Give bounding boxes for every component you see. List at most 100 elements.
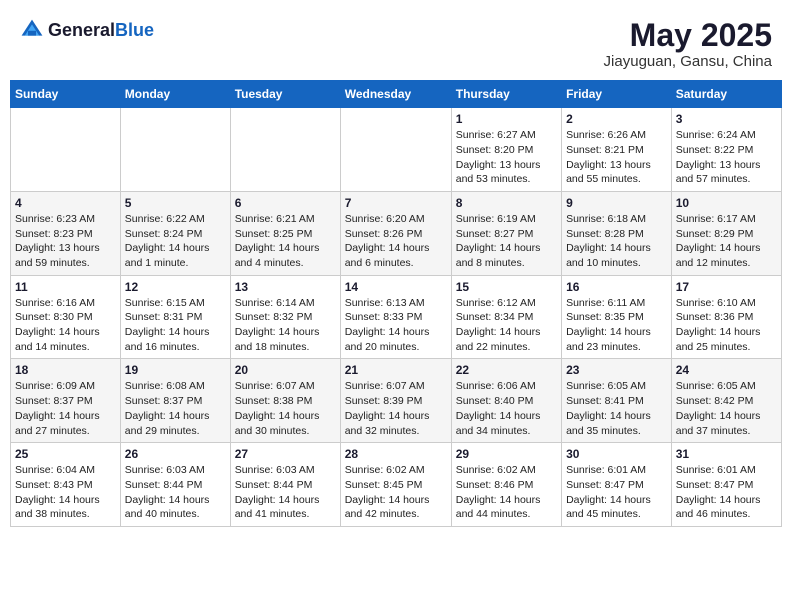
- calendar-week-row: 25 Sunrise: 6:04 AM Sunset: 8:43 PM Dayli…: [11, 443, 782, 527]
- day-number: 30: [566, 447, 667, 461]
- calendar-cell: 9 Sunrise: 6:18 AM Sunset: 8:28 PM Daylig…: [562, 191, 672, 275]
- day-number: 23: [566, 363, 667, 377]
- day-info: Sunrise: 6:16 AM Sunset: 8:30 PM Dayligh…: [15, 296, 116, 355]
- calendar-cell: 24 Sunrise: 6:05 AM Sunset: 8:42 PM Dayli…: [671, 359, 781, 443]
- day-info: Sunrise: 6:18 AM Sunset: 8:28 PM Dayligh…: [566, 212, 667, 271]
- day-info: Sunrise: 6:10 AM Sunset: 8:36 PM Dayligh…: [676, 296, 777, 355]
- weekday-header-friday: Friday: [562, 81, 672, 108]
- day-number: 16: [566, 280, 667, 294]
- day-info: Sunrise: 6:17 AM Sunset: 8:29 PM Dayligh…: [676, 212, 777, 271]
- calendar-cell: 7Sunrise: 6:20 AM Sunset: 8:26 PM Daylig…: [340, 191, 451, 275]
- calendar-week-row: 1 Sunrise: 6:27 AM Sunset: 8:20 PM Daylig…: [11, 108, 782, 192]
- calendar-cell: 22Sunrise: 6:06 AM Sunset: 8:40 PM Dayli…: [451, 359, 561, 443]
- calendar-cell: 3Sunrise: 6:24 AM Sunset: 8:22 PM Daylig…: [671, 108, 781, 192]
- month-title: May 2025: [604, 18, 772, 53]
- calendar-cell: 2Sunrise: 6:26 AM Sunset: 8:21 PM Daylig…: [562, 108, 672, 192]
- day-info: Sunrise: 6:01 AM Sunset: 8:47 PM Dayligh…: [566, 463, 667, 522]
- day-number: 31: [676, 447, 777, 461]
- logo: GeneralBlue: [20, 18, 154, 42]
- day-info: Sunrise: 6:04 AM Sunset: 8:43 PM Dayligh…: [15, 463, 116, 522]
- calendar-cell: [340, 108, 451, 192]
- calendar-cell: 8 Sunrise: 6:19 AM Sunset: 8:27 PM Daylig…: [451, 191, 561, 275]
- day-number: 1: [456, 112, 557, 126]
- day-info: Sunrise: 6:21 AM Sunset: 8:25 PM Dayligh…: [235, 212, 336, 271]
- day-info: Sunrise: 6:13 AM Sunset: 8:33 PM Dayligh…: [345, 296, 447, 355]
- day-info: Sunrise: 6:22 AM Sunset: 8:24 PM Dayligh…: [125, 212, 226, 271]
- day-number: 11: [15, 280, 116, 294]
- day-number: 29: [456, 447, 557, 461]
- day-info: Sunrise: 6:27 AM Sunset: 8:20 PM Dayligh…: [456, 128, 557, 187]
- weekday-header-thursday: Thursday: [451, 81, 561, 108]
- day-info: Sunrise: 6:19 AM Sunset: 8:27 PM Dayligh…: [456, 212, 557, 271]
- day-number: 25: [15, 447, 116, 461]
- logo-general: General: [48, 20, 115, 40]
- day-number: 3: [676, 112, 777, 126]
- day-number: 15: [456, 280, 557, 294]
- day-number: 20: [235, 363, 336, 377]
- weekday-header-row: SundayMondayTuesdayWednesdayThursdayFrid…: [11, 81, 782, 108]
- day-number: 17: [676, 280, 777, 294]
- calendar-cell: [11, 108, 121, 192]
- day-info: Sunrise: 6:12 AM Sunset: 8:34 PM Dayligh…: [456, 296, 557, 355]
- weekday-header-monday: Monday: [120, 81, 230, 108]
- day-number: 8: [456, 196, 557, 210]
- calendar-cell: 6Sunrise: 6:21 AM Sunset: 8:25 PM Daylig…: [230, 191, 340, 275]
- day-info: Sunrise: 6:07 AM Sunset: 8:38 PM Dayligh…: [235, 379, 336, 438]
- calendar-week-row: 11 Sunrise: 6:16 AM Sunset: 8:30 PM Dayli…: [11, 275, 782, 359]
- calendar-cell: 1 Sunrise: 6:27 AM Sunset: 8:20 PM Daylig…: [451, 108, 561, 192]
- calendar-cell: 29 Sunrise: 6:02 AM Sunset: 8:46 PM Dayli…: [451, 443, 561, 527]
- day-number: 19: [125, 363, 226, 377]
- day-info: Sunrise: 6:15 AM Sunset: 8:31 PM Dayligh…: [125, 296, 226, 355]
- calendar-cell: 11 Sunrise: 6:16 AM Sunset: 8:30 PM Dayli…: [11, 275, 121, 359]
- day-number: 27: [235, 447, 336, 461]
- day-number: 26: [125, 447, 226, 461]
- day-info: Sunrise: 6:02 AM Sunset: 8:46 PM Dayligh…: [456, 463, 557, 522]
- calendar-cell: 18 Sunrise: 6:09 AM Sunset: 8:37 PM Dayli…: [11, 359, 121, 443]
- calendar-cell: 19Sunrise: 6:08 AM Sunset: 8:37 PM Dayli…: [120, 359, 230, 443]
- calendar-cell: 27 Sunrise: 6:03 AM Sunset: 8:44 PM Dayli…: [230, 443, 340, 527]
- day-number: 2: [566, 112, 667, 126]
- day-number: 12: [125, 280, 226, 294]
- day-info: Sunrise: 6:06 AM Sunset: 8:40 PM Dayligh…: [456, 379, 557, 438]
- day-number: 21: [345, 363, 447, 377]
- logo-blue: Blue: [115, 20, 154, 40]
- day-info: Sunrise: 6:05 AM Sunset: 8:42 PM Dayligh…: [676, 379, 777, 438]
- calendar-cell: 31 Sunrise: 6:01 AM Sunset: 8:47 PM Dayli…: [671, 443, 781, 527]
- logo-text: GeneralBlue: [48, 20, 154, 41]
- calendar-cell: 13Sunrise: 6:14 AM Sunset: 8:32 PM Dayli…: [230, 275, 340, 359]
- calendar-cell: 4Sunrise: 6:23 AM Sunset: 8:23 PM Daylig…: [11, 191, 121, 275]
- day-number: 18: [15, 363, 116, 377]
- calendar-cell: 12 Sunrise: 6:15 AM Sunset: 8:31 PM Dayli…: [120, 275, 230, 359]
- calendar-cell: 26 Sunrise: 6:03 AM Sunset: 8:44 PM Dayli…: [120, 443, 230, 527]
- day-info: Sunrise: 6:03 AM Sunset: 8:44 PM Dayligh…: [235, 463, 336, 522]
- calendar-cell: 17 Sunrise: 6:10 AM Sunset: 8:36 PM Dayli…: [671, 275, 781, 359]
- calendar-cell: 28 Sunrise: 6:02 AM Sunset: 8:45 PM Dayli…: [340, 443, 451, 527]
- day-info: Sunrise: 6:01 AM Sunset: 8:47 PM Dayligh…: [676, 463, 777, 522]
- title-block: May 2025 Jiayuguan, Gansu, China: [604, 18, 772, 70]
- page-header: GeneralBlue May 2025 Jiayuguan, Gansu, C…: [10, 10, 782, 74]
- day-info: Sunrise: 6:02 AM Sunset: 8:45 PM Dayligh…: [345, 463, 447, 522]
- calendar-cell: 23Sunrise: 6:05 AM Sunset: 8:41 PM Dayli…: [562, 359, 672, 443]
- day-info: Sunrise: 6:03 AM Sunset: 8:44 PM Dayligh…: [125, 463, 226, 522]
- calendar-cell: 14Sunrise: 6:13 AM Sunset: 8:33 PM Dayli…: [340, 275, 451, 359]
- day-number: 9: [566, 196, 667, 210]
- calendar-cell: 25 Sunrise: 6:04 AM Sunset: 8:43 PM Dayli…: [11, 443, 121, 527]
- location-title: Jiayuguan, Gansu, China: [604, 53, 772, 70]
- day-number: 13: [235, 280, 336, 294]
- calendar-cell: 20 Sunrise: 6:07 AM Sunset: 8:38 PM Dayli…: [230, 359, 340, 443]
- day-info: Sunrise: 6:07 AM Sunset: 8:39 PM Dayligh…: [345, 379, 447, 438]
- day-number: 10: [676, 196, 777, 210]
- day-info: Sunrise: 6:09 AM Sunset: 8:37 PM Dayligh…: [15, 379, 116, 438]
- calendar-week-row: 4Sunrise: 6:23 AM Sunset: 8:23 PM Daylig…: [11, 191, 782, 275]
- day-number: 24: [676, 363, 777, 377]
- logo-icon: [20, 18, 44, 42]
- calendar-cell: 30 Sunrise: 6:01 AM Sunset: 8:47 PM Dayli…: [562, 443, 672, 527]
- day-number: 4: [15, 196, 116, 210]
- calendar-cell: 21 Sunrise: 6:07 AM Sunset: 8:39 PM Dayli…: [340, 359, 451, 443]
- day-info: Sunrise: 6:11 AM Sunset: 8:35 PM Dayligh…: [566, 296, 667, 355]
- day-number: 5: [125, 196, 226, 210]
- calendar-cell: 15 Sunrise: 6:12 AM Sunset: 8:34 PM Dayli…: [451, 275, 561, 359]
- day-number: 28: [345, 447, 447, 461]
- calendar-cell: 5 Sunrise: 6:22 AM Sunset: 8:24 PM Daylig…: [120, 191, 230, 275]
- calendar-cell: [230, 108, 340, 192]
